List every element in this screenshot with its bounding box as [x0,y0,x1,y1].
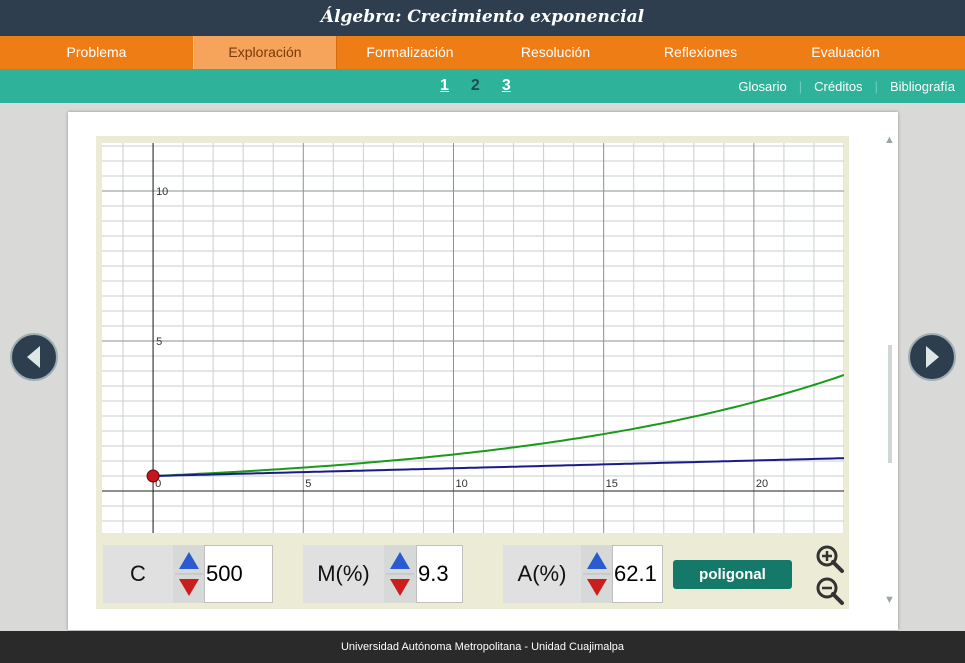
x-tick-label: 20 [756,478,768,490]
a-spinner[interactable] [581,545,613,603]
link-separator: | [798,78,803,94]
tab-evaluacion[interactable]: Evaluación [773,36,918,69]
x-tick-label: 10 [455,478,467,490]
link-separator: | [874,78,878,94]
tab-resolucion[interactable]: Resolución [483,36,628,69]
page-link-2[interactable]: 2 [471,77,480,95]
prev-page-button[interactable] [10,333,58,381]
page-link-1[interactable]: 1 [440,77,449,95]
link-creditos[interactable]: Créditos [814,79,862,94]
initial-point [146,469,160,483]
spin-up-icon[interactable] [179,552,199,569]
page-selector: 1 2 3 [440,69,511,103]
scrollbar-thumb[interactable] [888,345,892,463]
tab-exploracion[interactable]: Exploración [193,36,337,69]
x-tick-label: 5 [305,478,311,490]
y-tick-label: 5 [156,336,162,348]
next-page-button[interactable] [908,333,956,381]
top-links: Glosario | Créditos | Bibliografía [738,69,955,103]
main-nav: Problema Exploración Formalización Resol… [0,36,965,69]
sub-nav: 1 2 3 Glosario | Créditos | Bibliografía [0,69,965,103]
y-tick-label: 10 [156,186,168,198]
m-value-input[interactable]: 9.3 [416,545,463,603]
page-link-3[interactable]: 3 [502,77,511,95]
app-title: Álgebra: Crecimiento exponencial [0,0,965,36]
c-label: C [103,545,173,603]
spin-down-icon[interactable] [587,579,607,596]
m-label: M(%) [303,545,384,603]
link-glosario[interactable]: Glosario [738,79,786,94]
a-label: A(%) [503,545,581,603]
graph-canvas[interactable]: 0 5 10 15 20510 [102,143,844,533]
spin-up-icon[interactable] [390,552,410,569]
c-spinner[interactable] [173,545,205,603]
c-value-input[interactable]: 500 [204,545,273,603]
arrow-right-icon [926,346,939,368]
link-bibliografia[interactable]: Bibliografía [890,79,955,94]
m-spinner[interactable] [384,545,416,603]
poligonal-button[interactable]: poligonal [673,560,792,589]
zoom-out-icon[interactable] [815,576,845,606]
tab-problema[interactable]: Problema [0,36,193,69]
tab-formalizacion[interactable]: Formalización [337,36,483,69]
graph-view[interactable]: 0 5 10 15 20 5 10 [102,143,844,533]
x-tick-label: 15 [606,478,618,490]
zoom-in-icon[interactable] [815,544,845,574]
footer-text: Universidad Autónoma Metropolitana - Uni… [0,631,965,663]
scroll-up-icon[interactable]: ▲ [884,134,895,146]
a-value-input[interactable]: 62.1 [612,545,663,603]
spin-up-icon[interactable] [587,552,607,569]
spin-down-icon[interactable] [179,579,199,596]
spin-down-icon[interactable] [390,579,410,596]
arrow-left-icon [27,346,40,368]
tab-reflexiones[interactable]: Reflexiones [628,36,773,69]
scroll-down-icon[interactable]: ▼ [884,594,895,606]
